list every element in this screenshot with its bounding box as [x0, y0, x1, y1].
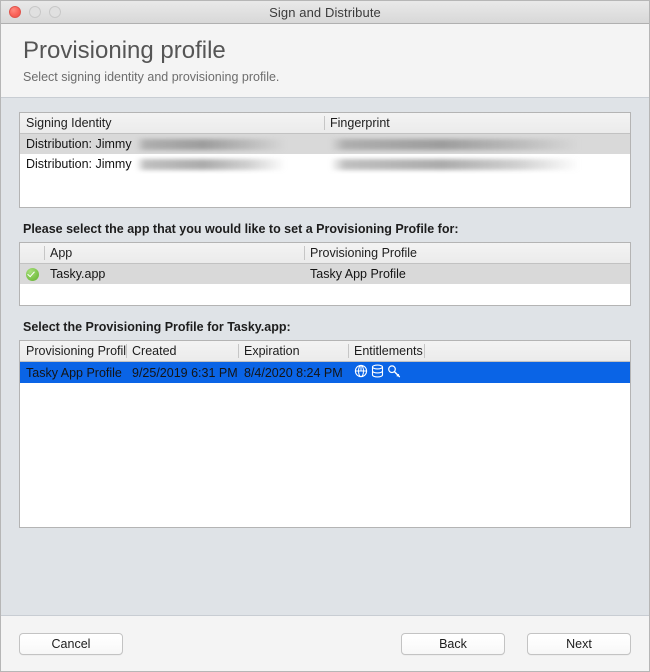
column-header-entitlements[interactable]: Entitlements	[348, 341, 424, 362]
signing-identity-text: Distribution: Jimmy	[26, 156, 132, 171]
column-header-expiration[interactable]: Expiration	[238, 341, 348, 362]
next-button[interactable]: Next	[527, 632, 631, 655]
column-header-spacer[interactable]	[424, 341, 630, 362]
network-globe-icon[interactable]	[354, 364, 368, 378]
redacted-identity-block	[135, 138, 286, 150]
column-header-provisioning-profile[interactable]: Provisioning Profile	[20, 341, 126, 362]
cancel-button[interactable]: Cancel	[19, 632, 123, 655]
provisioning-profile-listbox[interactable]: Provisioning Profile Created Expiration …	[19, 340, 631, 528]
page-header: Provisioning profile Select signing iden…	[1, 24, 649, 98]
zoom-window-icon[interactable]	[49, 6, 61, 18]
table-row[interactable]: Tasky App Profile 9/25/2019 6:31 PM 8/4/…	[20, 361, 630, 383]
window-title: Sign and Distribute	[269, 4, 381, 20]
signing-identity-listbox[interactable]: Signing Identity Fingerprint Distributio…	[19, 112, 631, 208]
dialog-footer: Cancel Back Next	[1, 615, 649, 671]
table-header-row: Provisioning Profile Created Expiration …	[20, 341, 630, 362]
cell-profile-expiration: 8/4/2020 8:24 PM	[238, 361, 348, 383]
close-window-icon[interactable]	[9, 6, 21, 18]
app-section-label: Please select the app that you would lik…	[23, 222, 459, 236]
column-header-fingerprint[interactable]: Fingerprint	[324, 113, 630, 134]
table-header-row: Signing Identity Fingerprint	[20, 113, 630, 134]
profile-section-label: Select the Provisioning Profile for Task…	[23, 320, 291, 334]
signing-identity-text: Distribution: Jimmy	[26, 136, 132, 151]
cell-signing-identity: Distribution: Jimmy	[20, 133, 324, 154]
green-check-icon	[25, 267, 39, 281]
cell-fingerprint	[324, 133, 630, 154]
page-subtitle: Select signing identity and provisioning…	[23, 70, 280, 84]
app-table: App Provisioning Profile Tasky.app Tasky…	[20, 243, 630, 284]
cell-app-check[interactable]	[20, 263, 44, 284]
database-stack-icon[interactable]	[371, 364, 384, 378]
minimize-window-icon[interactable]	[29, 6, 41, 18]
cell-signing-identity: Distribution: Jimmy	[20, 153, 324, 174]
column-header-app[interactable]: App	[44, 243, 304, 264]
dialog-body: Signing Identity Fingerprint Distributio…	[1, 98, 649, 615]
cell-profile-entitlements	[348, 361, 630, 383]
provisioning-profile-table: Provisioning Profile Created Expiration …	[20, 341, 630, 383]
page-title: Provisioning profile	[23, 37, 226, 64]
cell-app-name: Tasky.app	[44, 263, 304, 284]
cell-app-profile: Tasky App Profile	[304, 263, 630, 284]
table-header-row: App Provisioning Profile	[20, 243, 630, 264]
column-header-created[interactable]: Created	[126, 341, 238, 362]
cell-fingerprint	[324, 153, 630, 174]
redacted-fingerprint-block	[330, 138, 580, 150]
column-header-app-check[interactable]	[20, 243, 44, 264]
app-listbox[interactable]: App Provisioning Profile Tasky.app Tasky…	[19, 242, 631, 306]
table-row[interactable]: Distribution: Jimmy	[20, 153, 630, 174]
table-row[interactable]: Tasky.app Tasky App Profile	[20, 263, 630, 284]
sign-and-distribute-window: Sign and Distribute Provisioning profile…	[0, 0, 650, 672]
traffic-light-group	[9, 1, 61, 23]
back-button[interactable]: Back	[401, 632, 505, 655]
key-icon[interactable]	[387, 364, 401, 378]
cell-profile-name: Tasky App Profile	[20, 361, 126, 383]
table-row[interactable]: Distribution: Jimmy	[20, 133, 630, 154]
redacted-fingerprint-block	[330, 158, 580, 170]
column-header-signing-identity[interactable]: Signing Identity	[20, 113, 324, 134]
cell-profile-created: 9/25/2019 6:31 PM	[126, 361, 238, 383]
column-header-app-provisioning-profile[interactable]: Provisioning Profile	[304, 243, 630, 264]
signing-identity-table: Signing Identity Fingerprint Distributio…	[20, 113, 630, 174]
redacted-identity-block	[135, 158, 286, 170]
window-titlebar: Sign and Distribute	[1, 1, 649, 24]
entitlement-icon-group	[354, 364, 401, 378]
